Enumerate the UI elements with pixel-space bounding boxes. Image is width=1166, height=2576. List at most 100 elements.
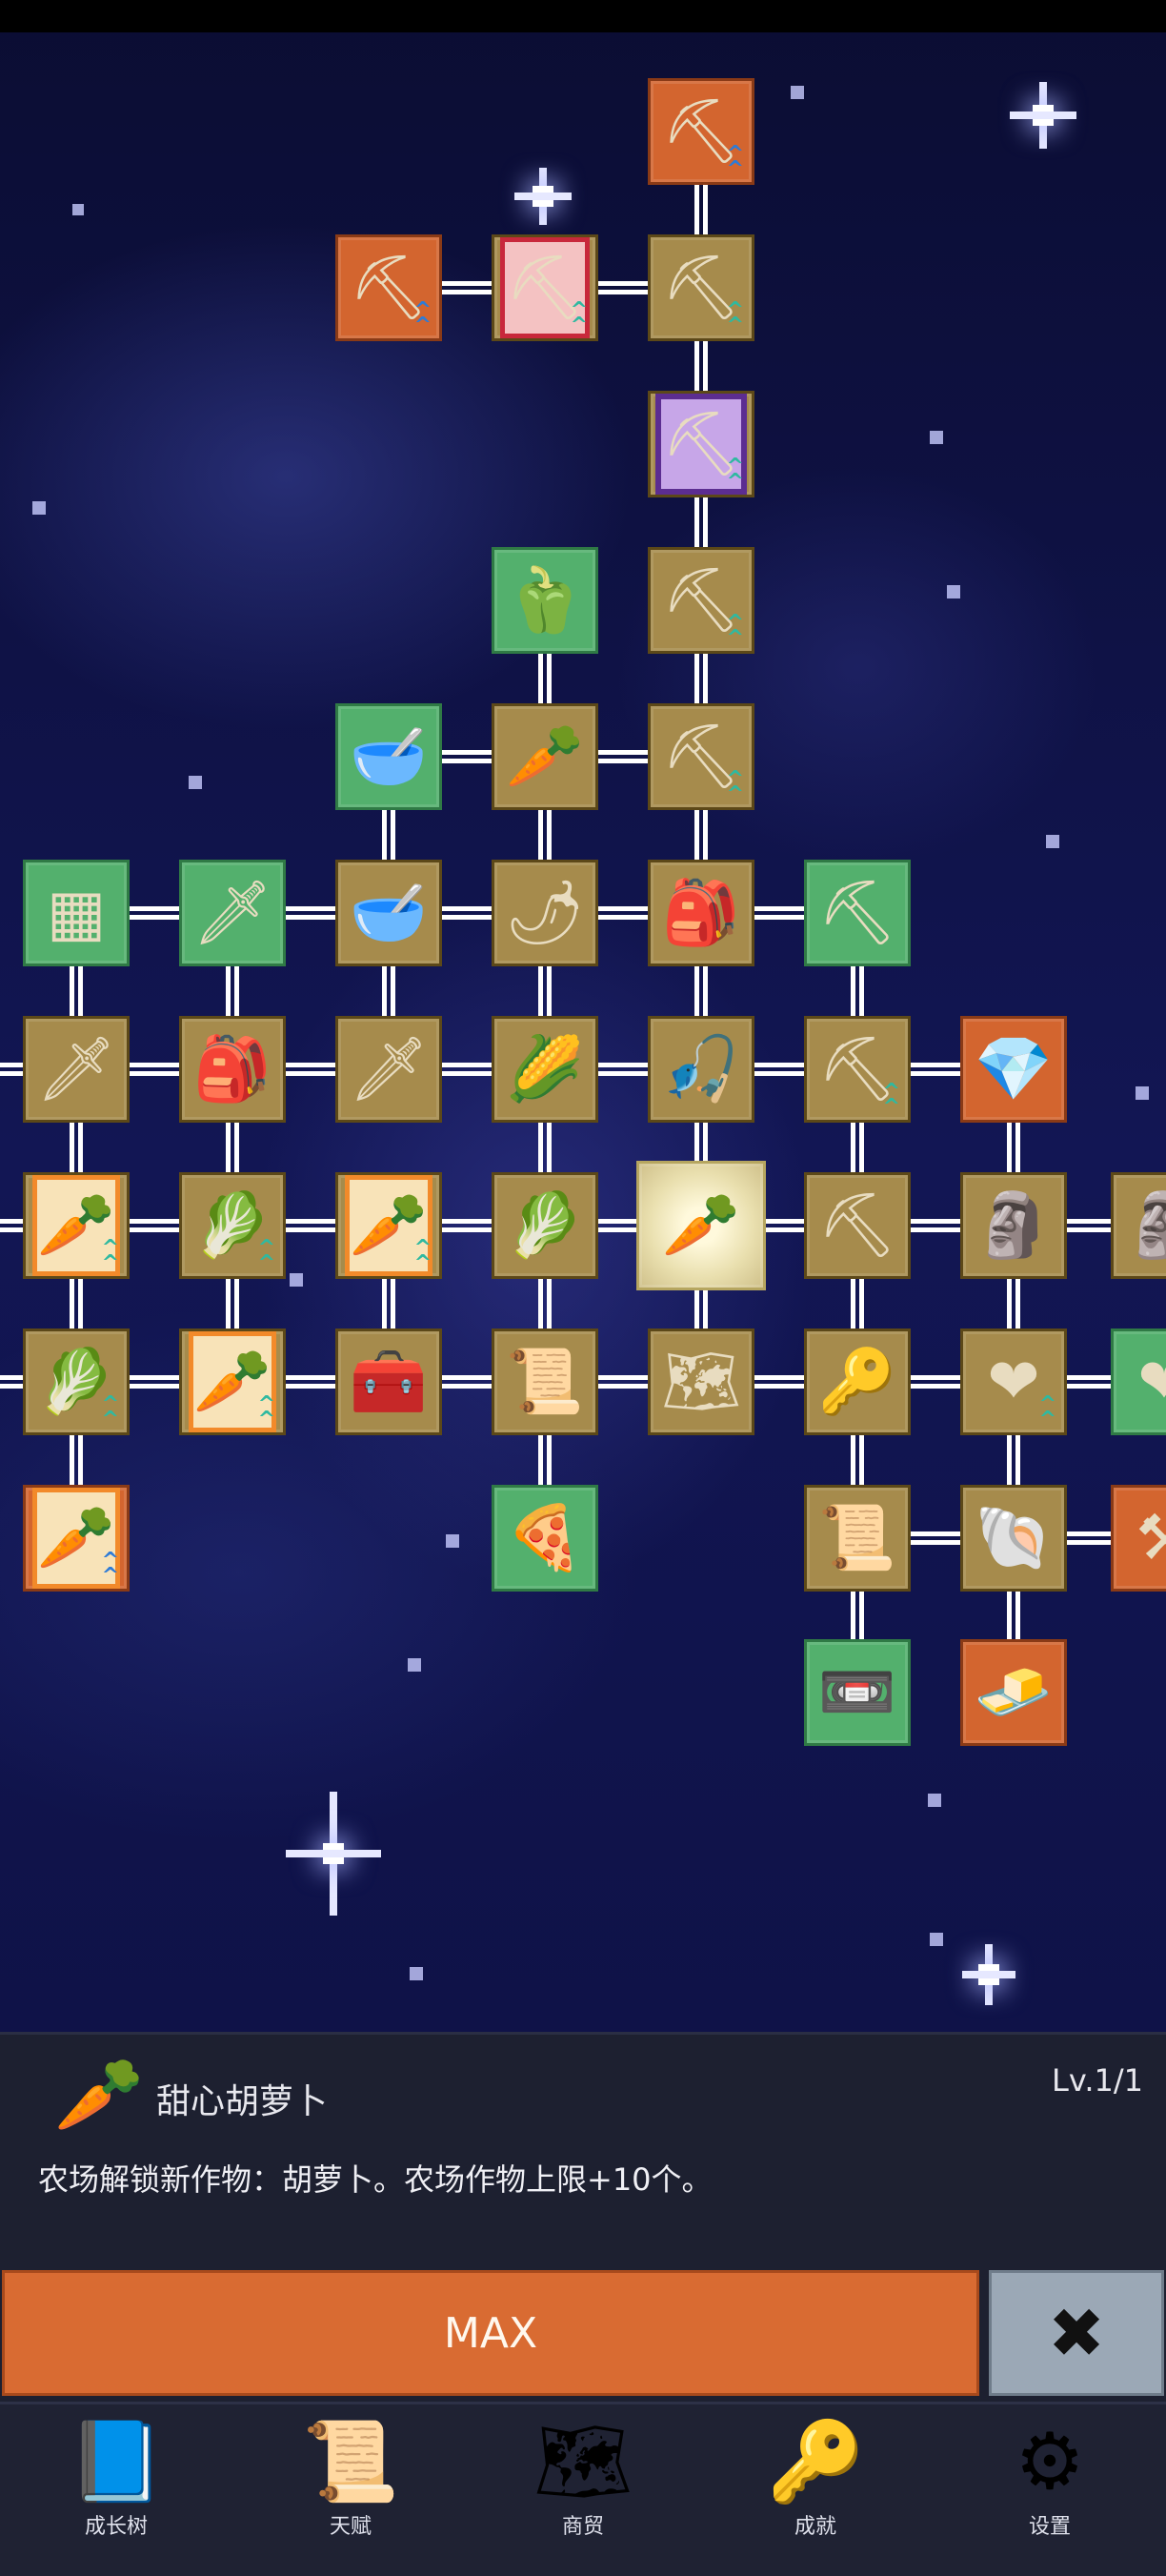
carrot-icon: 🥕: [661, 1188, 741, 1262]
skill-node[interactable]: 🍕: [492, 1485, 598, 1592]
tree-connector: [694, 913, 708, 1382]
max-button[interactable]: MAX: [2, 2270, 979, 2396]
fossil-icon: 🐚: [974, 1501, 1054, 1574]
skill-node[interactable]: ▦: [23, 860, 130, 966]
skill-node[interactable]: 🗡: [179, 860, 286, 966]
skill-node[interactable]: 🥬: [492, 1172, 598, 1279]
bowl-icon: 🥣: [349, 876, 429, 949]
skill-node[interactable]: ❤: [1111, 1329, 1166, 1435]
skill-node[interactable]: 🥬 ^ ^: [179, 1172, 286, 1279]
skill-node[interactable]: 🥕 ^ ^: [335, 1172, 442, 1279]
nav-achievement[interactable]: 🔑 成就: [730, 2404, 901, 2576]
key-icon: 🔑: [766, 2417, 865, 2507]
skill-tree[interactable]: ⛏ ^ ^ ⛏ ^ ^ ⛏ ^ ^ ⛏ ^ ^ ⛏ ^ ^ 🫑 ⛏ ^ ^ 🥣 🥕 ⛏ ^ ^ ▦ 🗡 🥣 🌶 🎒 ⛏ 🗡 🎒 🗡 🌽 🎣 ⛏ ^ ^ 💎 🥕…: [0, 0, 1166, 2020]
skill-node[interactable]: ⛏ ^ ^: [335, 234, 442, 341]
statue-icon: 🗿: [1124, 1188, 1166, 1262]
skill-node[interactable]: ⛏: [804, 1172, 911, 1279]
nav-settings[interactable]: ⚙ 设置: [964, 2404, 1136, 2576]
skill-node[interactable]: ⛏ ^ ^: [804, 1016, 911, 1123]
corn-icon: 🌽: [505, 1032, 585, 1105]
bowl-icon: 🥣: [349, 720, 429, 793]
upgrade-chevron-icon: ^ ^: [257, 1236, 275, 1275]
pickaxe-icon: ⛏: [817, 876, 897, 949]
upgrade-chevron-icon: ^ ^: [570, 298, 588, 337]
pickaxe-icon: ⛏: [817, 1188, 897, 1262]
gear-icon: ⚙: [1015, 2417, 1085, 2507]
bottom-nav: 📘 成长树 📜 天赋 🗺 商贸 🔑 成就 ⚙ 设置: [0, 2402, 1166, 2576]
upgrade-chevron-icon: ^ ^: [726, 455, 744, 494]
skill-node[interactable]: 🥬 ^ ^: [23, 1329, 130, 1435]
map-icon: 🗺: [533, 2417, 633, 2507]
nav-label: 成长树: [84, 2515, 148, 2539]
close-icon: ✖: [1047, 2293, 1106, 2373]
upgrade-chevron-icon: ^ ^: [726, 611, 744, 650]
scroll-icon: 📜: [505, 1345, 585, 1418]
map-icon: 🗺: [661, 1345, 741, 1418]
upgrade-chevron-icon: ^ ^: [726, 298, 744, 337]
skill-node[interactable]: 🧰: [335, 1329, 442, 1435]
skill-node[interactable]: 📜: [492, 1329, 598, 1435]
skill-node[interactable]: ⛏ ^ ^: [648, 391, 754, 497]
nav-trade[interactable]: 🗺 商贸: [497, 2404, 669, 2576]
close-button[interactable]: ✖: [989, 2270, 1164, 2396]
upgrade-chevron-icon: ^ ^: [101, 1392, 119, 1431]
nav-growth-tree[interactable]: 📘 成长树: [30, 2404, 202, 2576]
skill-node[interactable]: ⛏ ^ ^: [648, 547, 754, 654]
skill-description: 农场解锁新作物：胡萝卜。农场作物上限+10个。: [38, 2161, 713, 2198]
skill-node[interactable]: 🧈: [960, 1639, 1067, 1746]
skill-node[interactable]: 🗺: [648, 1329, 754, 1435]
nav-talent[interactable]: 📜 天赋: [265, 2404, 436, 2576]
skill-node[interactable]: 🥣: [335, 703, 442, 810]
upgrade-chevron-icon: ^ ^: [882, 1080, 900, 1119]
nav-label: 天赋: [329, 2515, 372, 2539]
sword-icon: 🗡: [36, 1032, 116, 1105]
skill-node[interactable]: 🗡: [23, 1016, 130, 1123]
skill-node[interactable]: 💎: [960, 1016, 1067, 1123]
cabbage-icon: 🥬: [505, 1188, 585, 1262]
skill-node[interactable]: ⛏ ^ ^: [648, 234, 754, 341]
skill-node[interactable]: ⛏ ^ ^: [492, 234, 598, 341]
crate-icon: ▦: [46, 876, 107, 949]
skill-node[interactable]: 🌶: [492, 860, 598, 966]
scroll-icon: 📜: [817, 1501, 897, 1574]
pizza-icon: 🍕: [505, 1501, 585, 1574]
skill-node[interactable]: 🔑: [804, 1329, 911, 1435]
skill-node[interactable]: 🥕: [492, 703, 598, 810]
skill-node[interactable]: 🥕 ^ ^: [23, 1172, 130, 1279]
tree-connector: [226, 913, 239, 1382]
skill-node[interactable]: 🥕 ^ ^: [23, 1485, 130, 1592]
skill-node[interactable]: 🌽: [492, 1016, 598, 1123]
skill-node[interactable]: 🥕: [636, 1161, 766, 1290]
upgrade-chevron-icon: ^ ^: [413, 1236, 432, 1275]
gold-bar-icon: 🧈: [974, 1655, 1054, 1729]
heart-icon: ❤: [1137, 1345, 1166, 1418]
skill-node[interactable]: ⛏: [804, 860, 911, 966]
skill-node[interactable]: 🗡: [335, 1016, 442, 1123]
skill-node[interactable]: 🎣: [648, 1016, 754, 1123]
skill-node[interactable]: 📜: [804, 1485, 911, 1592]
crystal-icon: 💎: [974, 1032, 1054, 1105]
upgrade-chevron-icon: ^ ^: [726, 767, 744, 806]
pepper-icon: 🫑: [505, 563, 585, 637]
skill-node[interactable]: 🥣: [335, 860, 442, 966]
carrot-icon: 🥕: [53, 2052, 145, 2137]
skill-node[interactable]: 🗿: [960, 1172, 1067, 1279]
book-icon: 📘: [67, 2417, 166, 2507]
heart-icon: ❤: [987, 1345, 1040, 1418]
skill-node[interactable]: ⚒: [1111, 1485, 1166, 1592]
skill-node[interactable]: 🗿: [1111, 1172, 1166, 1279]
backpack-icon: 🎒: [192, 1032, 272, 1105]
skill-node[interactable]: 🎒: [648, 860, 754, 966]
sword-icon: 🗡: [192, 876, 272, 949]
skill-node[interactable]: ⛏ ^ ^: [648, 78, 754, 185]
skill-node[interactable]: 🎒: [179, 1016, 286, 1123]
upgrade-chevron-icon: ^ ^: [413, 298, 432, 337]
skill-node[interactable]: ❤ ^ ^: [960, 1329, 1067, 1435]
skill-node[interactable]: 📼: [804, 1639, 911, 1746]
skill-node[interactable]: 🥕 ^ ^: [179, 1329, 286, 1435]
skill-node[interactable]: ⛏ ^ ^: [648, 703, 754, 810]
skill-node[interactable]: 🫑: [492, 547, 598, 654]
skill-node[interactable]: 🐚: [960, 1485, 1067, 1592]
cassette-icon: 📼: [817, 1655, 897, 1729]
upgrade-chevron-icon: ^ ^: [101, 1549, 119, 1588]
